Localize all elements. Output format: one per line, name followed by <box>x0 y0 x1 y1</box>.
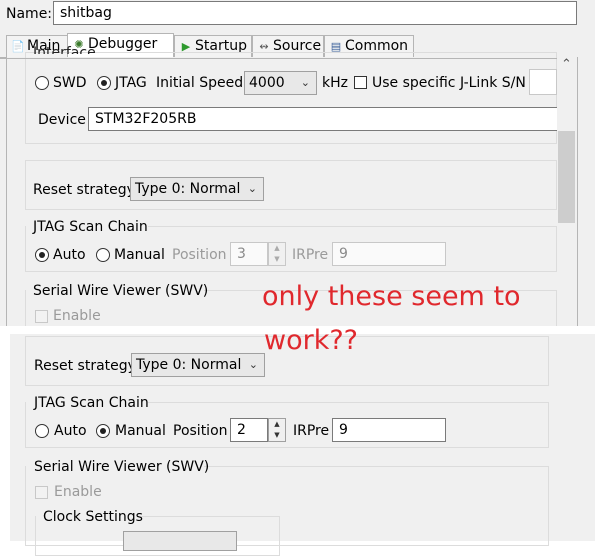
chevron-down-icon: ⌄ <box>248 358 258 371</box>
auto-label: Auto <box>53 247 86 263</box>
stepper-up-icon[interactable]: ▲ <box>269 244 285 255</box>
manual-label-2: Manual <box>115 423 166 439</box>
irpre-label-2: IRPre <box>293 423 330 439</box>
reset-strategy-select-2[interactable]: Type 0: Normal ⌄ <box>131 353 265 377</box>
enable-checkbox[interactable] <box>35 310 48 323</box>
jtag-group-top-line <box>148 226 557 227</box>
device-label: Device <box>38 112 86 128</box>
swd-radio[interactable] <box>35 76 49 90</box>
stepper-up-icon[interactable]: ▲ <box>269 420 285 431</box>
interface-clip <box>0 58 578 59</box>
jtag-radio[interactable] <box>97 76 111 90</box>
clock-group-top-line <box>140 516 280 517</box>
reset-strategy-label-2: Reset strategy <box>34 358 136 374</box>
jtag-scan-chain-title: JTAG Scan Chain <box>33 219 148 235</box>
auto-label-2: Auto <box>54 423 87 439</box>
enable-label-2: Enable <box>54 484 102 500</box>
stepper-down-icon[interactable]: ▼ <box>269 255 285 266</box>
irpre-field[interactable]: 9 <box>332 242 446 266</box>
clock-settings-title: Clock Settings <box>43 509 143 525</box>
stepper-down-icon[interactable]: ▼ <box>269 431 285 442</box>
chevron-down-icon: ⌄ <box>300 76 310 89</box>
auto-radio-2[interactable] <box>35 424 49 438</box>
specific-sn-label: Use specific J-Link S/N <box>372 75 526 91</box>
clock-settings-select[interactable] <box>123 531 237 551</box>
position-field[interactable]: 3 <box>230 242 268 266</box>
tab-debugger-label: Debugger <box>88 36 158 52</box>
reset-strategy-value-2: Type 0: Normal <box>136 357 242 373</box>
position-label-2: Position <box>173 423 228 439</box>
swv-group-top-line-2 <box>204 466 549 467</box>
name-label: Name: <box>6 6 53 22</box>
reset-strategy-select[interactable]: Type 0: Normal ⌄ <box>130 177 264 201</box>
reset-strategy-label: Reset strategy <box>33 182 135 198</box>
serial-number-field[interactable] <box>529 69 557 95</box>
auto-radio[interactable] <box>35 248 49 262</box>
enable-label: Enable <box>53 308 101 324</box>
irpre-label: IRPre <box>292 247 329 263</box>
initial-speed-label: Initial Speed <box>156 75 244 91</box>
initial-speed-value: 4000 <box>249 75 285 91</box>
khz-label: kHz <box>322 75 348 91</box>
scroll-up-icon[interactable]: ⌃ <box>561 56 572 74</box>
jtag-scan-chain-title-2: JTAG Scan Chain <box>34 395 149 411</box>
jtag-group-top-line-2 <box>148 402 549 403</box>
chevron-down-icon: ⌄ <box>247 182 257 195</box>
swv-title-2: Serial Wire Viewer (SWV) <box>34 459 210 475</box>
manual-radio-2[interactable] <box>96 424 110 438</box>
annotation-text-line2: work?? <box>264 325 358 356</box>
manual-label: Manual <box>114 247 165 263</box>
position-stepper[interactable]: ▲ ▼ <box>268 242 286 266</box>
manual-radio[interactable] <box>96 248 110 262</box>
document-icon: 📄 <box>11 40 25 53</box>
scrollbar-thumb[interactable] <box>558 131 575 223</box>
reset-strategy-value: Type 0: Normal <box>135 181 241 197</box>
swv-title: Serial Wire Viewer (SWV) <box>33 283 209 299</box>
specific-sn-checkbox[interactable] <box>354 76 367 89</box>
position-label: Position <box>172 247 227 263</box>
swd-label: SWD <box>53 75 87 91</box>
position-stepper-2[interactable]: ▲ ▼ <box>268 418 286 442</box>
annotation-text-line1: only these seem to <box>262 281 521 312</box>
irpre-field-2[interactable]: 9 <box>332 418 446 442</box>
name-field[interactable]: shitbag <box>53 1 577 25</box>
device-field[interactable]: STM32F205RB <box>88 107 558 131</box>
initial-speed-select[interactable]: 4000 ⌄ <box>244 71 317 95</box>
position-field-2[interactable]: 2 <box>230 418 268 442</box>
jtag-label: JTAG <box>115 75 147 91</box>
interface-title: Interface <box>33 45 96 54</box>
enable-checkbox-2[interactable] <box>35 486 48 499</box>
